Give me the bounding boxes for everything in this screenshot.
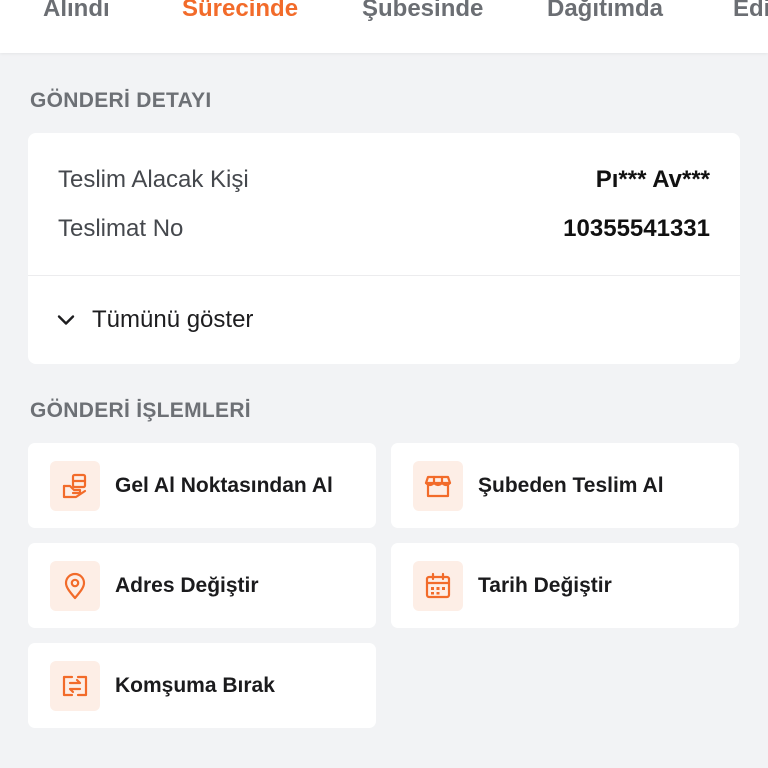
calendar-icon [413, 560, 463, 611]
action-leave-with-neighbor-button[interactable]: Komşuma Bırak [28, 643, 376, 728]
tab-subesinde[interactable]: Şubesinde [362, 0, 483, 23]
action-pickup-point-button[interactable]: Gel Al Noktasından Al [28, 443, 376, 528]
show-all-button[interactable]: Tümünü göster [56, 303, 253, 337]
detail-card: Teslim Alacak Kişi Pı*** Av*** Teslimat … [28, 133, 740, 364]
action-label: Adres Değiştir [115, 573, 259, 597]
chevron-down-icon [57, 315, 75, 325]
action-change-address-button[interactable]: Adres Değiştir [28, 543, 376, 628]
status-tabs: Alındı Sürecinde Şubesinde Dağıtımda Edi [0, 0, 768, 53]
pickup-point-icon [50, 460, 100, 511]
tab-alindi[interactable]: Alındı [43, 0, 110, 23]
detail-row-recipient: Teslim Alacak Kişi Pı*** Av*** [58, 164, 710, 196]
delivery-no-label: Teslimat No [58, 215, 184, 242]
tab-dagitimda[interactable]: Dağıtımda [547, 0, 663, 23]
action-store-pickup-button[interactable]: Şubeden Teslim Al [391, 443, 739, 528]
action-label: Şubeden Teslim Al [478, 473, 664, 497]
tab-surecinde[interactable]: Sürecinde [182, 0, 298, 23]
action-label: Gel Al Noktasından Al [115, 473, 333, 497]
show-all-label: Tümünü göster [92, 306, 254, 333]
delivery-no-value: 10355541331 [563, 215, 710, 242]
action-label: Tarih Değiştir [478, 573, 612, 597]
action-label: Komşuma Bırak [115, 673, 275, 697]
tab-edi[interactable]: Edi [733, 0, 768, 23]
action-change-date-button[interactable]: Tarih Değiştir [391, 543, 739, 628]
detail-section-title: GÖNDERİ DETAYI [30, 89, 212, 112]
actions-section-title: GÖNDERİ İŞLEMLERİ [30, 399, 251, 422]
recipient-label: Teslim Alacak Kişi [58, 166, 249, 193]
store-icon [413, 460, 463, 511]
divider [28, 275, 740, 276]
recipient-value: Pı*** Av*** [595, 166, 710, 193]
location-pin-icon [50, 560, 100, 611]
detail-row-delivery-no: Teslimat No 10355541331 [58, 213, 710, 245]
neighbor-transfer-icon [50, 660, 100, 711]
